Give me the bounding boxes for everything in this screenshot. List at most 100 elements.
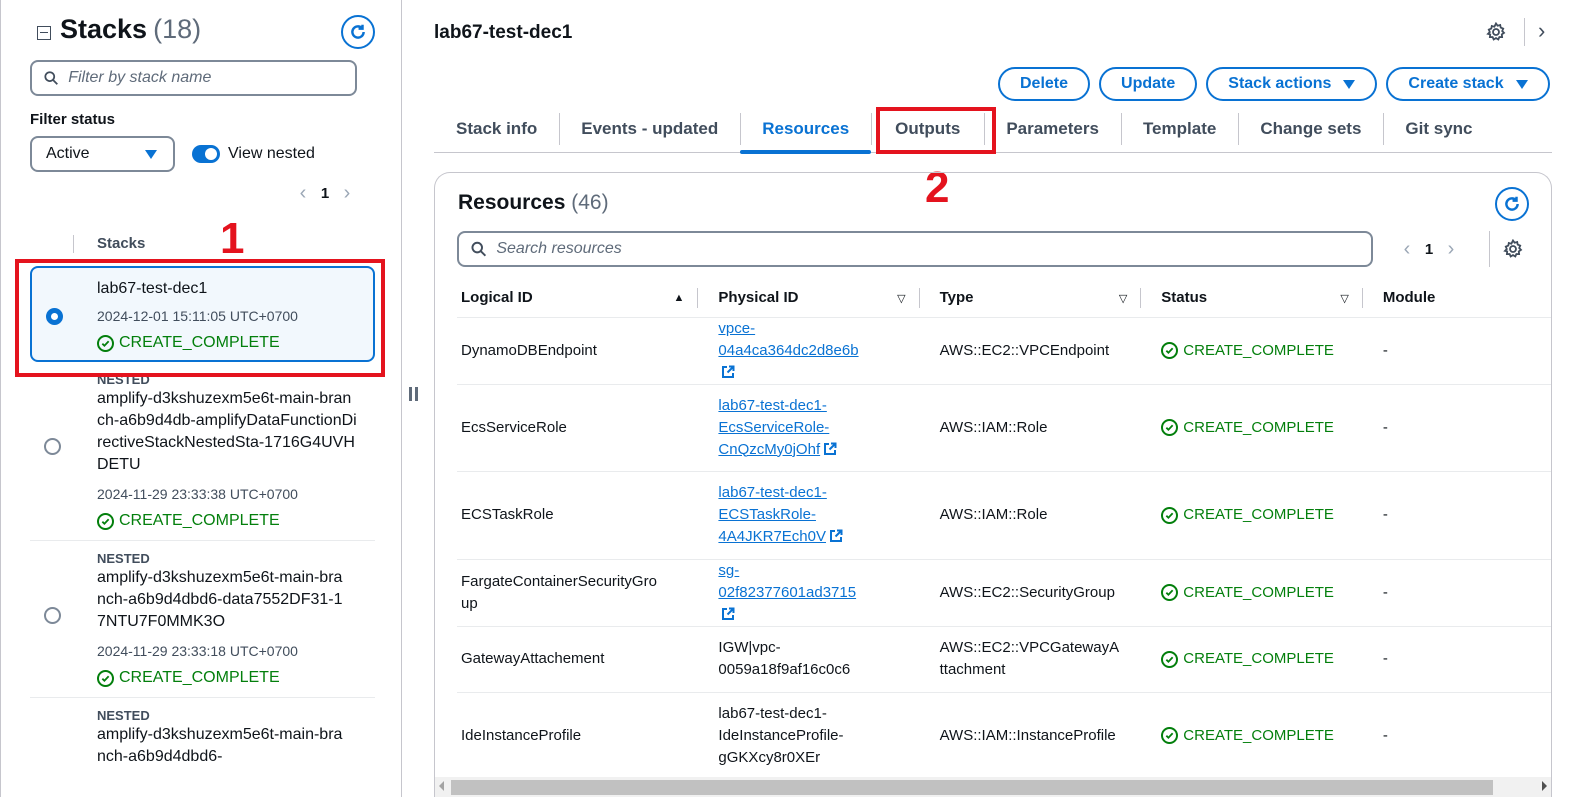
table-row[interactable]: DynamoDBEndpoint vpce-04a4ca364dc2d8e6b AW… [457, 317, 1551, 385]
tab-events[interactable]: Events - updated [559, 105, 740, 152]
column-divider [73, 235, 74, 253]
tab-stack-info[interactable]: Stack info [434, 105, 559, 152]
type-text: AWS::EC2::VPCGatewayAttachment [939, 639, 1120, 678]
table-row[interactable]: FargateContainerSecurityGroup sg-02f82377… [457, 559, 1551, 627]
success-check-icon [1161, 650, 1179, 668]
cell-status: CREATE_COMPLETE [1141, 384, 1363, 472]
refresh-resources-button[interactable] [1495, 187, 1529, 221]
stack-item[interactable]: NESTED amplify-d3kshuzexm5e6t-main-branc… [30, 362, 375, 541]
resources-card: Resources (46) ‹ 1 › Logical ID ▲ Physica… [434, 172, 1552, 797]
tab-outputs[interactable]: Outputs [871, 105, 984, 152]
table-row[interactable]: IdeInstanceProfile lab67-test-dec1-IdeIns… [457, 692, 1551, 780]
tab-resources[interactable]: Resources [740, 105, 872, 154]
current-page[interactable]: 1 [315, 185, 335, 202]
scroll-left-arrow-icon[interactable] [439, 781, 444, 791]
scrollbar-thumb[interactable] [451, 780, 1493, 795]
current-page[interactable]: 1 [1419, 241, 1439, 258]
stack-item[interactable]: NESTED amplify-d3kshuzexm5e6t-main-branc… [30, 698, 375, 778]
table-preferences-gear-icon[interactable] [1503, 239, 1523, 259]
stack-item[interactable]: lab67-test-dec1 2024-12-01 15:11:05 UTC+… [30, 266, 375, 362]
search-resources[interactable] [457, 231, 1373, 267]
previous-page-icon[interactable]: ‹ [291, 182, 315, 205]
stack-action-buttons: Delete Update Stack actions Create stack [998, 67, 1550, 101]
cell-status: CREATE_COMPLETE [1141, 317, 1363, 385]
sort-icon[interactable]: ▽ [897, 292, 905, 305]
stack-status-text: CREATE_COMPLETE [119, 334, 280, 351]
column-header-physical-id[interactable]: Physical ID ▽ [698, 279, 920, 318]
next-page-icon[interactable]: › [335, 182, 359, 205]
external-link-icon[interactable] [721, 607, 735, 621]
physical-id-link[interactable]: vpce-04a4ca364dc2d8e6b [718, 320, 858, 359]
column-header-logical-id[interactable]: Logical ID ▲ [457, 279, 699, 318]
view-nested-toggle[interactable]: View nested [192, 145, 315, 163]
stack-status-text: CREATE_COMPLETE [119, 669, 280, 686]
filter-stacks-input[interactable] [68, 69, 355, 87]
stack-radio[interactable] [44, 438, 61, 455]
tab-template[interactable]: Template [1120, 105, 1238, 152]
filter-stacks-search[interactable] [30, 60, 357, 96]
external-link-icon[interactable] [829, 529, 843, 543]
column-header-status[interactable]: Status ▽ [1141, 279, 1363, 318]
stack-status-text: CREATE_COMPLETE [119, 512, 280, 529]
scroll-right-arrow-icon[interactable] [1542, 781, 1547, 791]
external-link-icon[interactable] [721, 365, 735, 379]
cell-module: - [1362, 471, 1551, 560]
external-link-icon[interactable] [823, 442, 837, 456]
resources-table: Logical ID ▲ Physical ID ▽ Type ▽ Status ▽ M… [457, 279, 1551, 780]
sort-icon[interactable]: ▽ [1119, 292, 1127, 305]
cell-module: - [1362, 692, 1551, 780]
stacks-column-header: Stacks [97, 235, 146, 252]
stack-actions-dropdown[interactable]: Stack actions [1206, 67, 1378, 101]
cell-logical-id: DynamoDBEndpoint [457, 317, 699, 385]
sort-ascending-icon[interactable]: ▲ [674, 292, 685, 304]
tab-parameters[interactable]: Parameters [984, 105, 1121, 152]
previous-page-icon[interactable]: ‹ [1395, 238, 1419, 261]
resource-status-text: CREATE_COMPLETE [1183, 650, 1334, 667]
settings-gear-icon[interactable] [1486, 22, 1506, 42]
resources-pagination: ‹ 1 › [1395, 238, 1463, 261]
cell-physical-id: lab67-test-dec1-IdeInstanceProfile-gGKXc… [698, 692, 920, 780]
toggle-switch[interactable] [192, 145, 220, 163]
tab-git-sync[interactable]: Git sync [1383, 105, 1494, 152]
column-header-type[interactable]: Type ▽ [919, 279, 1142, 318]
search-resources-input[interactable] [496, 240, 1371, 258]
create-stack-dropdown[interactable]: Create stack [1386, 67, 1550, 101]
stack-name: amplify-d3kshuzexm5e6t-main-branch-a6b9d… [97, 726, 343, 765]
delete-button[interactable]: Delete [998, 67, 1091, 101]
update-button[interactable]: Update [1099, 67, 1198, 101]
collapse-panel-icon[interactable] [37, 25, 51, 40]
panel-resize-handle[interactable] [409, 387, 418, 401]
cell-module: - [1362, 384, 1551, 472]
cell-type: AWS::IAM::InstanceProfile [919, 692, 1142, 780]
sort-icon[interactable]: ▽ [1340, 292, 1348, 305]
stack-name: lab67-test-dec1 [97, 280, 208, 297]
cell-logical-id: GatewayAttachement [457, 626, 699, 693]
stack-radio[interactable] [44, 607, 61, 624]
refresh-stacks-button[interactable] [341, 15, 375, 49]
filter-status-select[interactable]: Active [30, 136, 175, 172]
success-check-icon [97, 669, 114, 687]
physical-id-link[interactable]: lab67-test-dec1-ECSTaskRole-4A4JKR7Ech0V [718, 484, 826, 545]
cell-physical-id: lab67-test-dec1-EcsServiceRole-CnQzcMy0j… [698, 384, 920, 472]
stack-date: 2024-12-01 15:11:05 UTC+0700 [97, 308, 298, 324]
stack-radio-selected[interactable] [46, 308, 63, 325]
column-label: Type [939, 289, 974, 307]
annotation-number-1: 1 [220, 214, 245, 263]
table-row[interactable]: EcsServiceRole lab67-test-dec1-EcsService… [457, 384, 1551, 472]
table-row[interactable]: GatewayAttachement IGW|vpc-0059a18f9af16c… [457, 626, 1551, 693]
next-page-icon[interactable]: › [1439, 238, 1463, 261]
resource-status-text: CREATE_COMPLETE [1183, 726, 1334, 744]
cell-physical-id: vpce-04a4ca364dc2d8e6b [698, 317, 920, 385]
column-header-module[interactable]: Module [1362, 279, 1551, 318]
logical-id-text: EcsServiceRole [461, 418, 567, 436]
tab-change-sets[interactable]: Change sets [1238, 105, 1383, 152]
horizontal-scrollbar[interactable] [435, 777, 1551, 797]
physical-id-link[interactable]: sg-02f82377601ad3715 [718, 562, 856, 601]
stack-item[interactable]: NESTED amplify-d3kshuzexm5e6t-main-branc… [30, 541, 375, 698]
resource-status: CREATE_COMPLETE [1161, 582, 1359, 604]
resource-status: CREATE_COMPLETE [1161, 725, 1359, 747]
physical-id-link[interactable]: lab67-test-dec1-EcsServiceRole-CnQzcMy0j… [718, 397, 829, 458]
cell-type: AWS::IAM::Role [919, 384, 1142, 472]
chevron-right-icon[interactable]: › [1538, 18, 1545, 44]
table-row[interactable]: ECSTaskRole lab67-test-dec1-ECSTaskRole-4… [457, 471, 1551, 560]
